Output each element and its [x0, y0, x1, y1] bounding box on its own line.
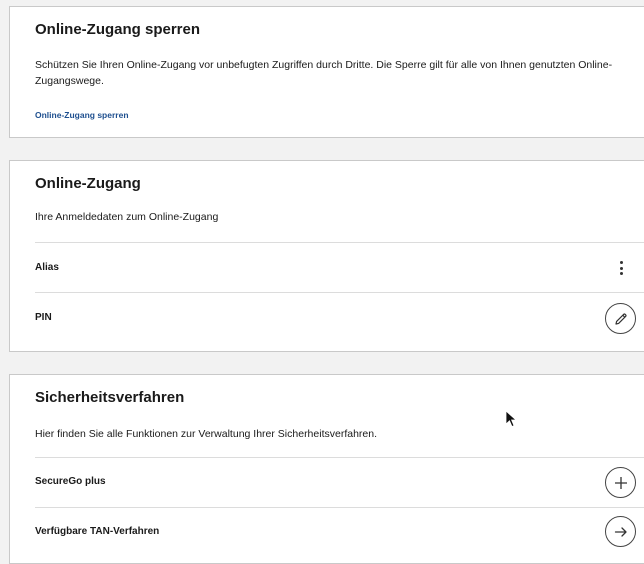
- more-vertical-icon[interactable]: [616, 259, 626, 277]
- pin-label: PIN: [35, 312, 52, 323]
- arrow-right-icon: [614, 526, 627, 537]
- securego-label: SecureGo plus: [35, 476, 106, 487]
- lock-access-title: Online-Zugang sperren: [35, 21, 201, 38]
- add-securego-button[interactable]: [605, 467, 636, 498]
- online-access-title: Online-Zugang: [35, 175, 141, 192]
- plus-icon: [614, 476, 627, 489]
- divider: [35, 292, 644, 293]
- lock-access-link[interactable]: Online-Zugang sperren: [35, 110, 129, 120]
- divider: [35, 457, 644, 458]
- online-access-subtitle: Ihre Anmeldedaten zum Online-Zugang: [35, 211, 219, 223]
- security-methods-subtitle: Hier finden Sie alle Funktionen zur Verw…: [35, 428, 378, 440]
- mouse-cursor-icon: [505, 410, 518, 428]
- lock-access-description: Schützen Sie Ihren Online-Zugang vor unb…: [35, 59, 613, 87]
- lock-access-card: Online-Zugang sperren Schützen Sie Ihren…: [9, 6, 644, 138]
- security-methods-title: Sicherheitsverfahren: [35, 389, 185, 406]
- security-methods-card: Sicherheitsverfahren Hier finden Sie all…: [9, 374, 644, 564]
- open-tan-methods-button[interactable]: [605, 516, 636, 547]
- edit-pin-button[interactable]: [605, 303, 636, 334]
- online-access-card: Online-Zugang Ihre Anmeldedaten zum Onli…: [9, 160, 644, 352]
- pencil-icon: [614, 312, 627, 325]
- tan-methods-label: Verfügbare TAN-Verfahren: [35, 526, 160, 537]
- divider: [35, 242, 644, 243]
- divider: [35, 507, 644, 508]
- alias-label: Alias: [35, 262, 59, 273]
